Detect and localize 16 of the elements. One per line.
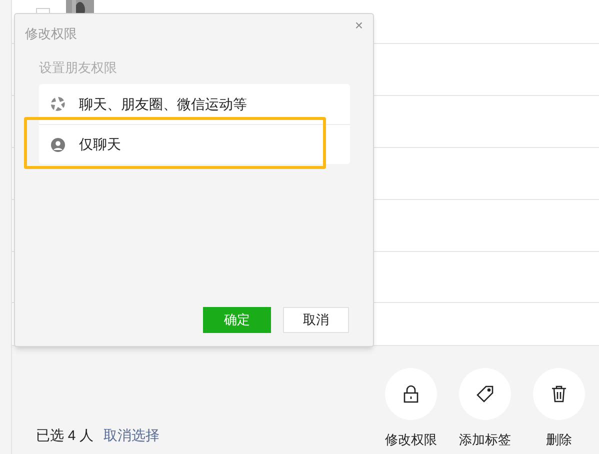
dialog-title: 修改权限 <box>25 25 77 43</box>
tag-icon <box>476 385 494 403</box>
action-label: 添加标签 <box>459 431 511 449</box>
action-label: 删除 <box>546 431 572 449</box>
dialog-subtitle: 设置朋友权限 <box>39 59 117 77</box>
cancel-selection-link[interactable]: 取消选择 <box>104 425 160 446</box>
cancel-button[interactable]: 取消 <box>283 307 349 333</box>
checkbox[interactable] <box>36 8 50 13</box>
option-item[interactable]: 仅聊天 <box>79 134 121 155</box>
selection-count: 已选 4 人 <box>36 426 94 445</box>
aperture-icon <box>51 97 65 111</box>
action-label: 修改权限 <box>385 431 437 449</box>
option-item[interactable]: 聊天、朋友圈、微信运动等 <box>79 94 247 114</box>
person-icon <box>51 138 65 152</box>
trash-icon <box>551 385 567 403</box>
lock-icon <box>403 385 419 403</box>
